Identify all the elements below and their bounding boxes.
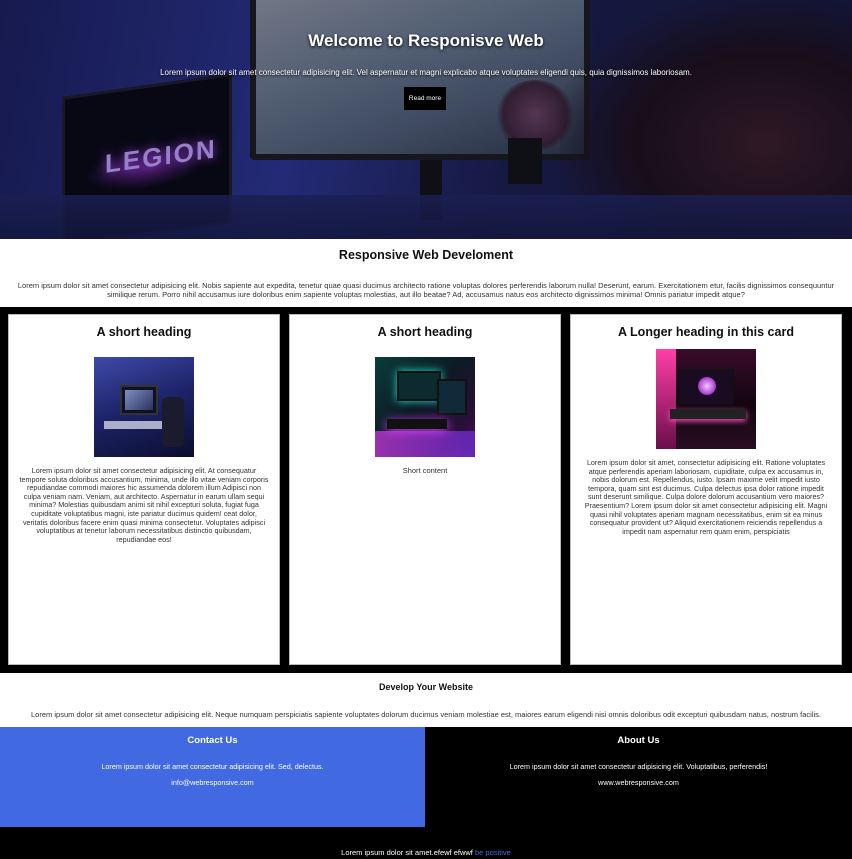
contact-panel: Contact Us Lorem ipsum dolor sit amet co… [0,727,425,827]
card-2: A short heading Short content [289,314,561,665]
card-heading: A short heading [377,325,473,339]
about-title: About Us [617,735,660,746]
cards-section: A short heading Lorem ipsum dolor sit am… [0,307,852,673]
card-3: A Longer heading in this card Lorem ipsu… [570,314,842,665]
intro-text: Lorem ipsum dolor sit amet consectetur a… [17,281,835,299]
footer-text: Lorem ipsum dolor sit amet.efewf efwwf [341,848,473,857]
card-image [375,357,475,457]
contact-email[interactable]: info@webresponsive.com [0,778,425,787]
hero-text: Lorem ipsum dolor sit amet consectetur a… [160,68,692,77]
hero-banner: LEGION Welcome to Responisve Web Lorem i… [0,0,852,239]
about-text: Lorem ipsum dolor sit amet consectetur a… [509,762,768,771]
about-website[interactable]: www.webresponsive.com [425,778,852,787]
hero-title: Welcome to Responisve Web [308,31,544,50]
contact-title: Contact Us [187,735,238,746]
card-image [656,349,756,449]
card-text: Lorem ipsum dolor sit amet consectetur a… [19,466,269,544]
develop-title: Develop Your Website [378,682,474,692]
contact-text: Lorem ipsum dolor sit amet consectetur a… [101,762,324,771]
card-text: Short content [402,466,448,475]
about-panel: About Us Lorem ipsum dolor sit amet cons… [425,727,852,827]
footer-link[interactable]: be positive [475,848,511,857]
develop-text: Lorem ipsum dolor sit amet consectetur a… [31,710,821,719]
card-image [94,357,194,457]
card-heading: A Longer heading in this card [618,325,794,339]
card-text: Lorem ipsum dolor sit amet, consectetur … [584,458,828,536]
intro-title: Responsive Web Develoment [338,248,514,262]
card-1: A short heading Lorem ipsum dolor sit am… [8,314,280,665]
read-more-button[interactable]: Read more [404,87,446,110]
footer: Lorem ipsum dolor sit amet.efewf efwwf b… [0,827,852,859]
card-heading: A short heading [96,325,192,339]
